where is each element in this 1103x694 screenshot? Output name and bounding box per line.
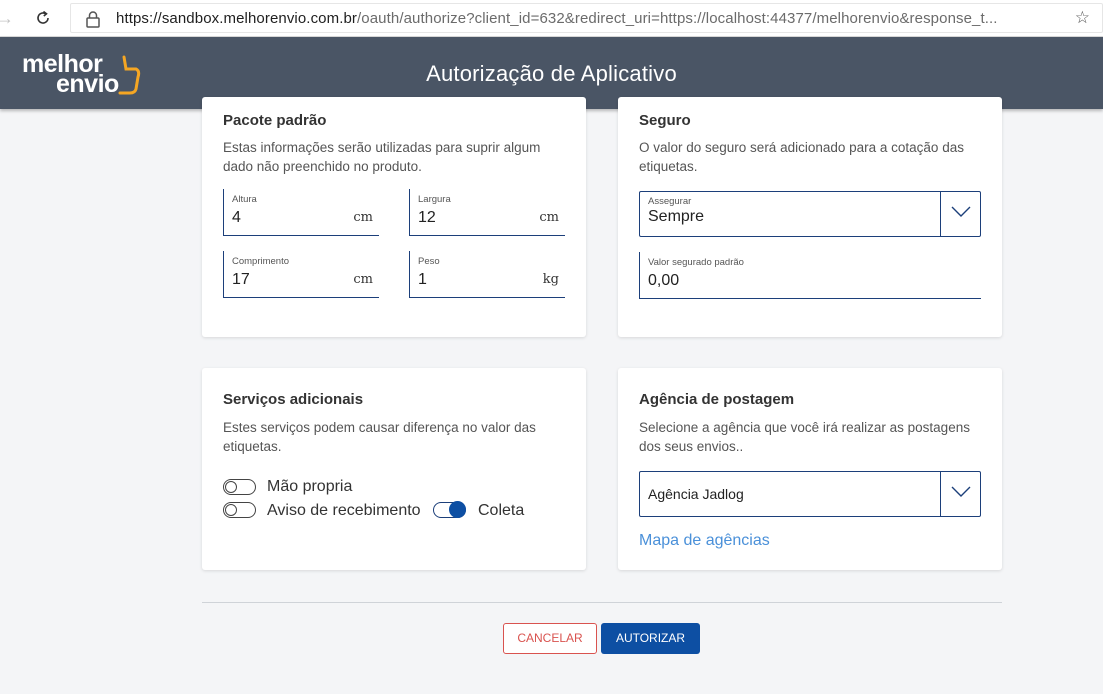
largura-unit: cm (539, 210, 559, 225)
pacote-title: Pacote padrão (223, 112, 327, 129)
coleta-label: Coleta (478, 502, 525, 519)
url-text[interactable]: https://sandbox.melhorenvio.com.br/oauth… (116, 10, 998, 27)
altura-value: 4 (232, 209, 241, 226)
peso-unit: kg (542, 272, 559, 287)
servicos-adicionais-card: Serviços adicionais Estes serviços podem… (202, 368, 586, 570)
comprimento-label: Comprimento (232, 256, 290, 267)
agencia-postagem-card: Agência de postagem Selecione a agência … (618, 368, 1002, 570)
comprimento-value: 17 (232, 271, 250, 288)
mapa-agencias-link[interactable]: Mapa de agências (639, 532, 770, 550)
chevron-down-icon (951, 486, 971, 497)
largura-label: Largura (418, 194, 451, 205)
mao-propria-toggle[interactable] (223, 479, 256, 495)
agencia-description: Selecione a agência que você irá realiza… (639, 420, 970, 454)
toggle-knob (225, 504, 237, 516)
toggle-knob (225, 481, 237, 493)
address-bar[interactable]: https://sandbox.melhorenvio.com.br/oauth… (70, 3, 1103, 33)
altura-field[interactable]: Altura 4 cm (223, 189, 379, 236)
seguro-description: O valor do seguro será adicionado para a… (639, 140, 964, 174)
peso-label: Peso (418, 256, 440, 267)
page-title: Autorização de Aplicativo (426, 61, 677, 86)
seguro-title: Seguro (639, 112, 691, 129)
agencia-value: Agência Jadlog (648, 486, 744, 502)
divider (202, 602, 1002, 603)
forward-icon[interactable]: → (0, 8, 14, 28)
mao-propria-label: Mão propria (267, 478, 353, 495)
coleta-toggle[interactable] (433, 501, 466, 518)
assegurar-value: Sempre (648, 208, 705, 225)
aviso-recebimento-toggle[interactable] (223, 502, 256, 518)
lock-icon (85, 10, 101, 28)
peso-field[interactable]: Peso 1 kg (409, 251, 565, 298)
valor-segurado-field[interactable]: Valor segurado padrão 0,00 (639, 252, 981, 299)
agencia-dropdown-button[interactable] (940, 472, 980, 516)
chevron-down-icon (951, 206, 971, 217)
comprimento-unit: cm (353, 272, 373, 287)
agencia-select[interactable]: Agência Jadlog (639, 471, 981, 517)
agencia-title: Agência de postagem (639, 391, 795, 408)
cancel-button[interactable]: CANCELAR (503, 623, 597, 654)
aviso-recebimento-label: Aviso de recebimento (267, 502, 421, 519)
authorize-button[interactable]: AUTORIZAR (601, 623, 700, 654)
toggle-knob (449, 501, 466, 518)
valor-segurado-value: 0,00 (648, 272, 680, 289)
pacote-padrao-card: Pacote padrão Estas informações serão ut… (202, 97, 586, 337)
assegurar-select[interactable]: Assegurar Sempre (639, 191, 981, 237)
browser-toolbar: → https://sandbox.melhorenvio.com.br/oau… (0, 0, 1103, 37)
seguro-card: Seguro O valor do seguro será adicionado… (618, 97, 1002, 337)
largura-field[interactable]: Largura 12 cm (409, 189, 565, 236)
altura-unit: cm (353, 210, 373, 225)
url-host: https://sandbox.melhorenvio.com.br (116, 10, 358, 27)
largura-value: 12 (418, 209, 436, 226)
favorite-star-icon[interactable]: ☆ (1075, 8, 1090, 28)
servicos-title: Serviços adicionais (223, 391, 364, 408)
assegurar-dropdown-button[interactable] (940, 192, 980, 236)
servicos-description: Estes serviços podem causar diferença no… (223, 420, 536, 454)
url-path: /oauth/authorize?client_id=632&redirect_… (357, 10, 998, 27)
comprimento-field[interactable]: Comprimento 17 cm (223, 251, 379, 298)
peso-value: 1 (418, 271, 427, 288)
assegurar-label: Assegurar (648, 196, 692, 207)
altura-label: Altura (232, 194, 257, 205)
valor-segurado-label: Valor segurado padrão (648, 257, 744, 268)
pacote-description: Estas informações serão utilizadas para … (223, 140, 541, 174)
reload-icon[interactable] (33, 8, 53, 28)
